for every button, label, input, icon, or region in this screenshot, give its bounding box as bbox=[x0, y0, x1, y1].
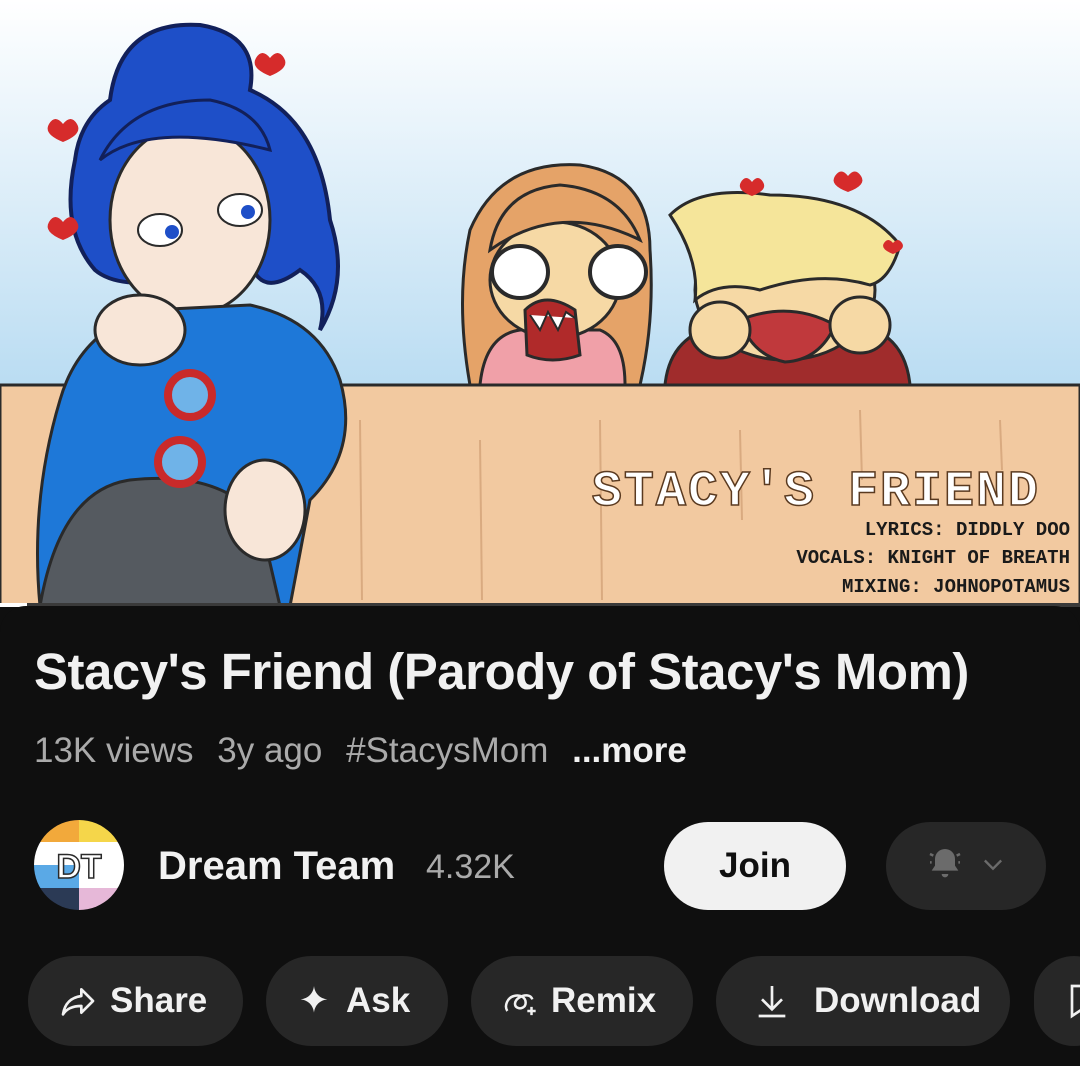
notification-button[interactable] bbox=[886, 822, 1046, 910]
bell-icon bbox=[925, 844, 965, 889]
remix-label: Remix bbox=[551, 981, 657, 1020]
upload-age: 3y ago bbox=[217, 731, 323, 770]
avatar-initials: DT bbox=[56, 848, 102, 886]
video-meta[interactable]: 13K views 3y ago #StacysMom ...more bbox=[34, 731, 701, 771]
subscriber-count: 4.32K bbox=[426, 848, 515, 886]
more-link[interactable]: ...more bbox=[572, 731, 687, 770]
ask-label: Ask bbox=[346, 981, 411, 1020]
channel-avatar[interactable]: DT bbox=[34, 820, 124, 910]
remix-button[interactable]: Remix bbox=[471, 956, 693, 1046]
thumbnail-overlay-title: STACY'S FRIEND bbox=[592, 464, 1040, 521]
sparkle-icon bbox=[294, 981, 334, 1021]
thumbnail-credit-line: VOCALS: KNIGHT OF BREATH bbox=[796, 547, 1070, 569]
remix-icon bbox=[499, 981, 539, 1021]
download-button[interactable]: Download bbox=[716, 956, 1010, 1046]
thumbnail-credit-line: LYRICS: DIDDLY DOO bbox=[865, 519, 1070, 541]
chevron-down-icon bbox=[979, 850, 1007, 883]
channel-name[interactable]: Dream Team bbox=[158, 844, 395, 889]
thumbnail-credit-line: MIXING: JOHNOPOTAMUS bbox=[842, 576, 1070, 598]
join-button[interactable]: Join bbox=[664, 822, 846, 910]
share-button[interactable]: Share bbox=[28, 956, 243, 1046]
hashtag-link[interactable]: #StacysMom bbox=[346, 731, 548, 770]
video-thumbnail[interactable]: STACY'S FRIEND LYRICS: DIDDLY DOO VOCALS… bbox=[0, 0, 1080, 606]
share-label: Share bbox=[110, 981, 208, 1020]
blonde-boy-figure bbox=[663, 191, 912, 387]
ask-button[interactable]: Ask bbox=[266, 956, 448, 1046]
view-count: 13K views bbox=[34, 731, 194, 770]
action-bar: Share Ask Remix Download bbox=[28, 956, 1080, 1046]
video-title[interactable]: Stacy's Friend (Parody of Stacy's Mom) bbox=[34, 642, 969, 701]
download-label: Download bbox=[814, 981, 982, 1020]
save-button[interactable] bbox=[1034, 956, 1080, 1046]
save-icon bbox=[1062, 981, 1080, 1021]
channel-row: DT Dream Team 4.32K Join bbox=[0, 820, 1080, 916]
angry-girl-figure bbox=[461, 163, 653, 387]
share-icon bbox=[58, 981, 98, 1021]
download-icon bbox=[752, 981, 792, 1021]
